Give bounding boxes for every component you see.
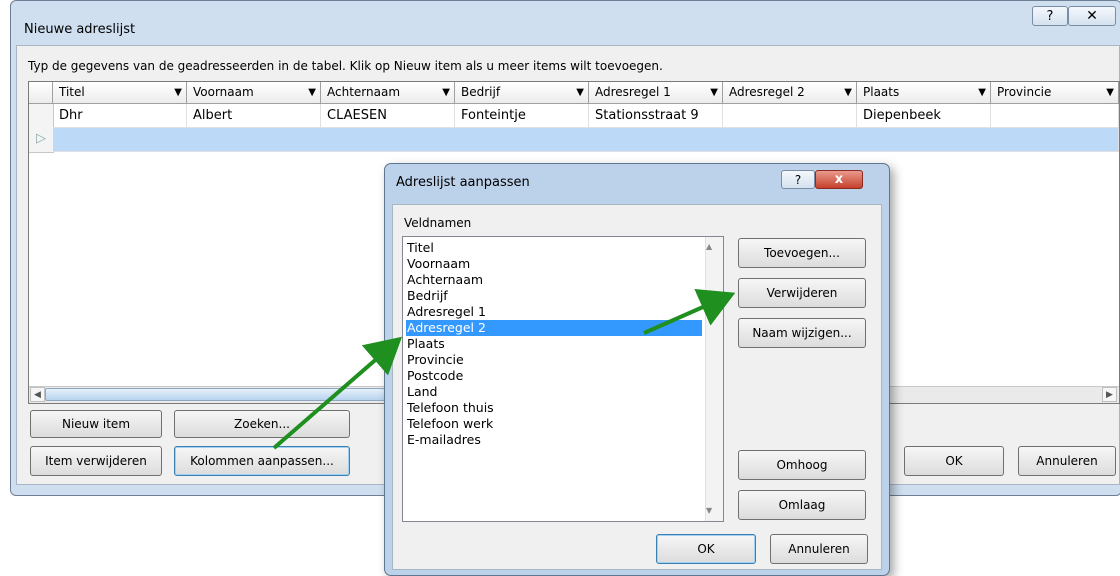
annotation-arrows bbox=[272, 288, 736, 450]
arrow-to-remove-button bbox=[643, 288, 736, 335]
arrow-to-field-list bbox=[272, 336, 403, 450]
